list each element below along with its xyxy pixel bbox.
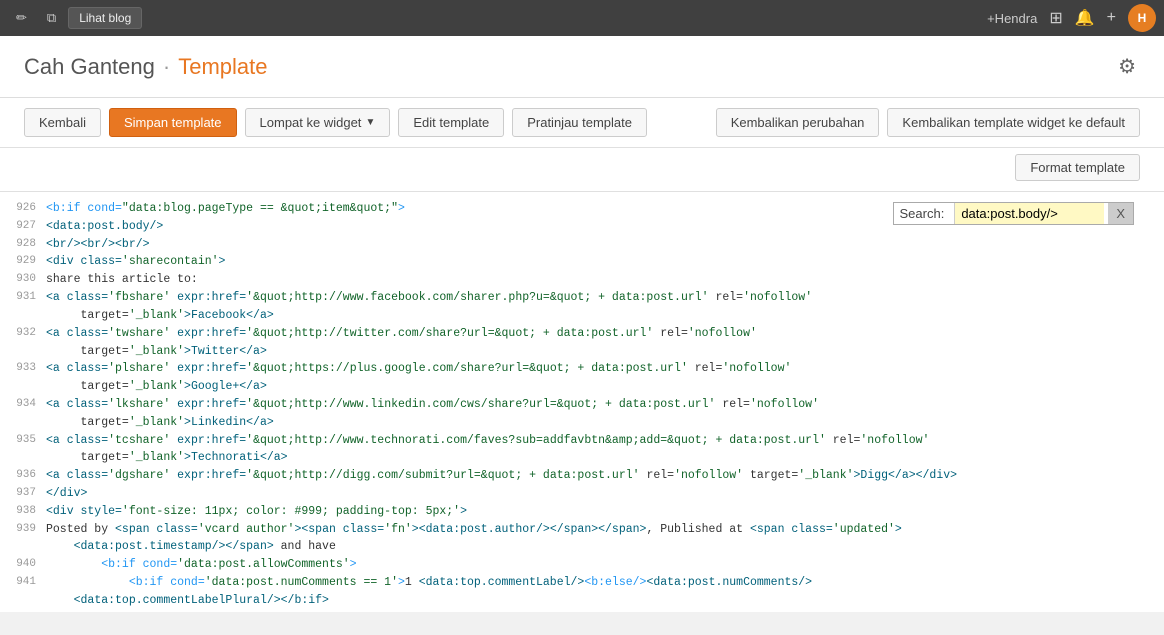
line-content: <br/><br/><br/> [46, 236, 1136, 254]
line-content: <div style='font-size: 11px; color: #999… [46, 503, 1136, 521]
line-number: 929 [8, 253, 46, 271]
line-content: <a class='plshare' expr:href='&quot;http… [46, 360, 1136, 396]
top-nav-right: +Hendra ⊞ 🔔 + H [987, 4, 1156, 32]
line-content: <a class='tcshare' expr:href='&quot;http… [46, 432, 1136, 468]
line-number: 938 [8, 503, 46, 521]
plus-icon[interactable]: + [1107, 9, 1116, 27]
line-number: 935 [8, 432, 46, 468]
line-number: 933 [8, 360, 46, 396]
lompat-ke-widget-button[interactable]: Lompat ke widget ▼ [245, 108, 391, 137]
table-row: 935 <a class='tcshare' expr:href='&quot;… [0, 432, 1144, 468]
search-label: Search: [894, 203, 951, 224]
blog-name: Cah Ganteng [24, 54, 155, 80]
pratinjau-template-button[interactable]: Pratinjau template [512, 108, 647, 137]
line-number: 936 [8, 467, 46, 485]
table-row: 934 <a class='lkshare' expr:href='&quot;… [0, 396, 1144, 432]
line-number: 941 [8, 574, 46, 610]
line-number: 942 [8, 610, 46, 612]
table-row: 932 <a class='twshare' expr:href='&quot;… [0, 325, 1144, 361]
kembalikan-perubahan-button[interactable]: Kembalikan perubahan [716, 108, 880, 137]
line-content: <a class='lkshare' expr:href='&quot;http… [46, 396, 1136, 432]
simpan-template-button[interactable]: Simpan template [109, 108, 237, 137]
line-content: <div class='sharecontain'> [46, 253, 1136, 271]
table-row: 928 <br/><br/><br/> [0, 236, 1144, 254]
table-row: 929 <div class='sharecontain'> [0, 253, 1144, 271]
line-content: <a class='twshare' expr:href='&quot;http… [46, 325, 1136, 361]
table-row: 940 <b:if cond='data:post.allowComments'… [0, 556, 1144, 574]
lihat-blog-button[interactable]: Lihat blog [68, 7, 142, 29]
grid-icon[interactable]: ⊞ [1049, 8, 1062, 28]
table-row: 938 <div style='font-size: 11px; color: … [0, 503, 1144, 521]
line-number: 932 [8, 325, 46, 361]
line-content: <a class='dgshare' expr:href='&quot;http… [46, 467, 1136, 485]
line-number: 926 [8, 200, 46, 218]
table-row: 930 share this article to: [0, 271, 1144, 289]
search-close-button[interactable]: X [1108, 203, 1133, 224]
line-number: 927 [8, 218, 46, 236]
toolbar-right: Kembalikan perubahan Kembalikan template… [716, 108, 1140, 137]
kembali-button[interactable]: Kembali [24, 108, 101, 137]
copy-nav-button[interactable]: ⧉ [39, 6, 64, 30]
line-content: </div> [46, 485, 1136, 503]
table-row: 936 <a class='dgshare' expr:href='&quot;… [0, 467, 1144, 485]
table-row: 942 [0, 610, 1144, 612]
line-number: 937 [8, 485, 46, 503]
line-number: 940 [8, 556, 46, 574]
toolbar: Kembali Simpan template Lompat ke widget… [0, 98, 1164, 148]
separator: · [163, 54, 170, 80]
line-number: 930 [8, 271, 46, 289]
table-row: 931 <a class='fbshare' expr:href='&quot;… [0, 289, 1144, 325]
page-header: Cah Ganteng · Template ⚙ [0, 36, 1164, 98]
table-row: 939 Posted by <span class='vcard author'… [0, 521, 1144, 557]
line-content: Posted by <span class='vcard author'><sp… [46, 521, 1136, 557]
edit-nav-button[interactable]: ✏ [8, 6, 35, 30]
user-name[interactable]: +Hendra [987, 11, 1037, 26]
table-row: 941 <b:if cond='data:post.numComments ==… [0, 574, 1144, 610]
page-title-area: Cah Ganteng · Template [24, 54, 267, 80]
line-number: 934 [8, 396, 46, 432]
top-navigation: ✏ ⧉ Lihat blog +Hendra ⊞ 🔔 + H [0, 0, 1164, 36]
line-number: 931 [8, 289, 46, 325]
top-nav-left: ✏ ⧉ Lihat blog [8, 6, 142, 30]
edit-template-button[interactable]: Edit template [398, 108, 504, 137]
line-content: share this article to: [46, 271, 1136, 289]
code-editor: Search: X 926 <b:if cond="data:blog.page… [0, 192, 1164, 612]
bell-icon[interactable]: 🔔 [1075, 8, 1095, 28]
pencil-icon: ✏ [16, 10, 27, 26]
dropdown-arrow-icon: ▼ [365, 117, 375, 128]
line-content [46, 610, 1136, 612]
line-content: <b:if cond='data:post.allowComments'> [46, 556, 1136, 574]
line-content: <a class='fbshare' expr:href='&quot;http… [46, 289, 1136, 325]
line-content: <b:if cond='data:post.numComments == 1'>… [46, 574, 1136, 610]
lompat-label: Lompat ke widget [260, 115, 362, 130]
kembalikan-widget-button[interactable]: Kembalikan template widget ke default [887, 108, 1140, 137]
code-area[interactable]: 926 <b:if cond="data:blog.pageType == &q… [0, 192, 1164, 612]
line-number: 939 [8, 521, 46, 557]
settings-button[interactable]: ⚙ [1114, 50, 1140, 83]
page-title: Template [178, 54, 267, 80]
search-bar: Search: X [893, 202, 1134, 225]
search-input[interactable] [954, 203, 1104, 224]
line-number: 928 [8, 236, 46, 254]
format-template-button[interactable]: Format template [1015, 154, 1140, 181]
table-row: 937 </div> [0, 485, 1144, 503]
format-template-row: Format template [0, 148, 1164, 192]
copy-icon: ⧉ [47, 10, 56, 26]
avatar[interactable]: H [1128, 4, 1156, 32]
table-row: 933 <a class='plshare' expr:href='&quot;… [0, 360, 1144, 396]
